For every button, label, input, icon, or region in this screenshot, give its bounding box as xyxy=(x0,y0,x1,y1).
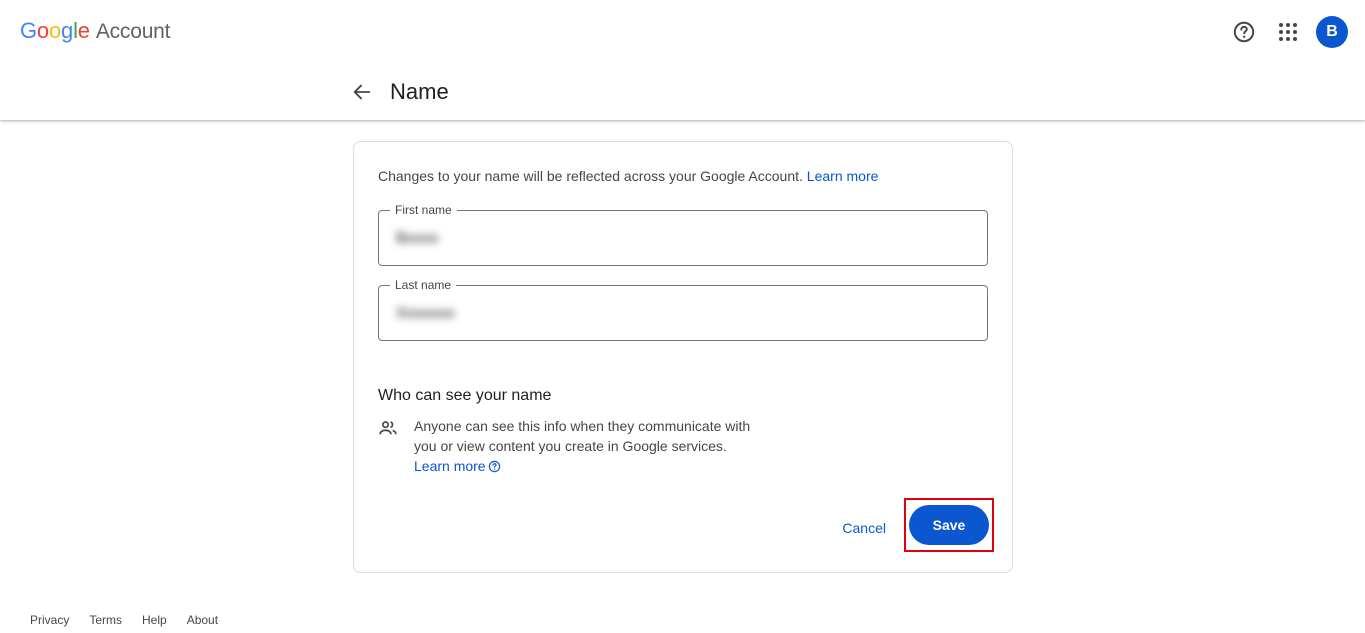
page-header: Name xyxy=(350,72,449,112)
back-button[interactable] xyxy=(350,80,374,104)
arrow-left-icon xyxy=(353,84,371,100)
footer: Privacy Terms Help About xyxy=(30,613,218,627)
last-name-label: Last name xyxy=(390,278,457,292)
last-name-input[interactable] xyxy=(394,300,974,328)
first-name-label: First name xyxy=(390,203,457,217)
intro-description: Changes to your name will be reflected a… xyxy=(378,168,803,184)
save-highlight: Save xyxy=(904,498,994,552)
page-title: Name xyxy=(390,79,449,104)
logo-letter-g2: g xyxy=(61,18,74,43)
visibility-learn-more-label: Learn more xyxy=(414,458,486,474)
visibility-title: Who can see your name xyxy=(378,387,552,404)
logo-letter-e: e xyxy=(77,18,90,43)
google-account-logo[interactable]: G o o g l e Account xyxy=(20,18,170,44)
footer-help-link[interactable]: Help xyxy=(142,613,167,627)
visibility-learn-more-link[interactable]: Learn more xyxy=(414,456,501,476)
help-circle-icon xyxy=(488,460,500,472)
avatar[interactable]: B xyxy=(1316,16,1348,48)
apps-button[interactable] xyxy=(1266,16,1310,48)
save-button[interactable]: Save xyxy=(909,505,989,545)
people-icon xyxy=(379,421,397,435)
apps-grid-icon xyxy=(1279,23,1297,41)
form-actions: Cancel Save xyxy=(830,498,994,552)
logo-letter-g1: G xyxy=(20,18,37,43)
intro-learn-more-link[interactable]: Learn more xyxy=(807,168,879,184)
intro-text: Changes to your name will be reflected a… xyxy=(378,168,878,184)
logo-letter-o2: o xyxy=(48,18,62,43)
visibility-text: Anyone can see this info when they commu… xyxy=(414,416,804,476)
footer-terms-link[interactable]: Terms xyxy=(89,613,122,627)
header-actions: B xyxy=(1222,16,1348,48)
last-name-field[interactable]: Last name xyxy=(378,278,988,341)
help-button[interactable] xyxy=(1222,16,1266,48)
product-name: Account xyxy=(95,20,171,43)
help-icon xyxy=(1233,21,1255,43)
footer-about-link[interactable]: About xyxy=(187,613,218,627)
name-card: Changes to your name will be reflected a… xyxy=(353,141,1013,573)
visibility-text-line1: Anyone can see this info when they commu… xyxy=(414,418,751,434)
first-name-input[interactable] xyxy=(394,225,974,253)
first-name-field[interactable]: First name xyxy=(378,203,988,266)
footer-privacy-link[interactable]: Privacy xyxy=(30,613,69,627)
visibility-text-line2: you or view content you create in Google… xyxy=(414,438,727,454)
cancel-button[interactable]: Cancel xyxy=(830,508,898,548)
top-header: G o o g l e Account B Name xyxy=(0,0,1365,120)
logo-letter-o1: o xyxy=(36,18,49,43)
